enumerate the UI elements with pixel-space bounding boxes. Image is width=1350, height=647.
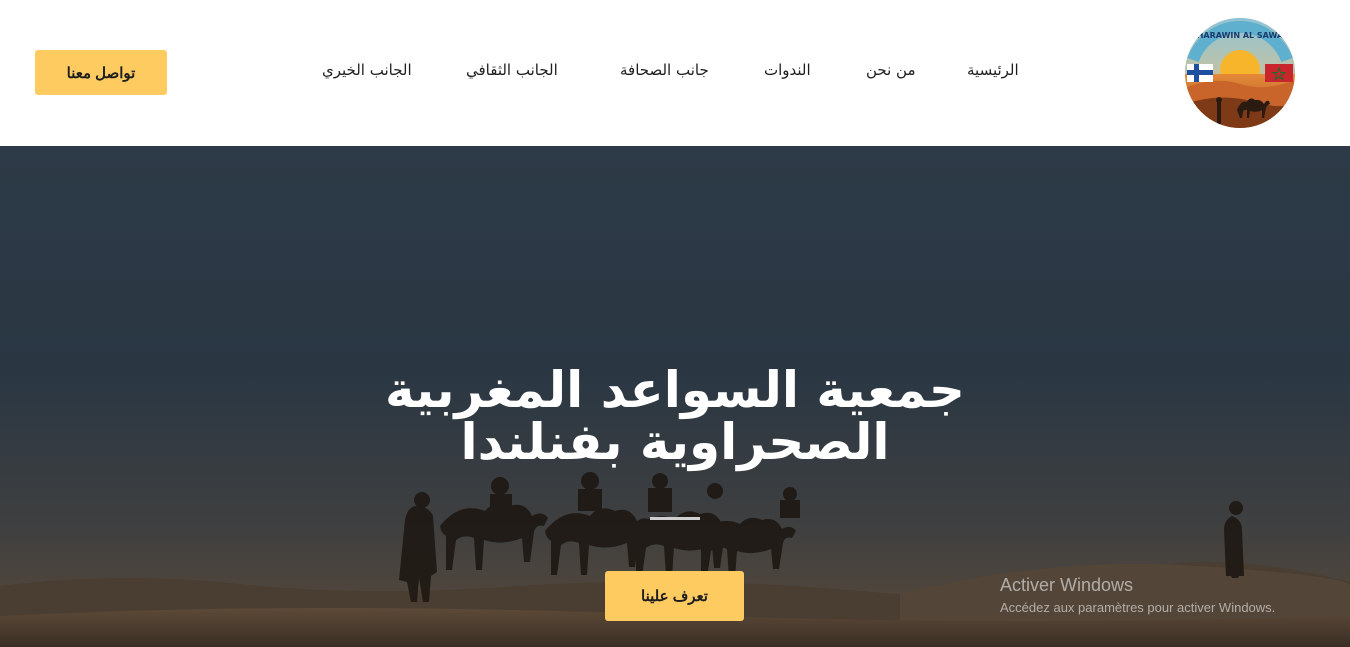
windows-activation-watermark: Activer Windows Accédez aux paramètres p… xyxy=(1000,574,1275,618)
logo-ring-text: SAHARAWIN AL SAWAED xyxy=(1185,31,1295,40)
hero-title: جمعية السواعد المغربية الصحراوية بفنلندا xyxy=(275,364,1075,468)
watermark-title: Activer Windows xyxy=(1000,575,1134,595)
nav-item-about[interactable]: من نحن xyxy=(866,59,916,81)
learn-about-us-button[interactable]: تعرف علينا xyxy=(605,571,744,621)
hero-title-line1: جمعية السواعد المغربية xyxy=(385,361,965,419)
watermark-subtitle: Accédez aux paramètres pour activer Wind… xyxy=(1000,600,1276,615)
nav-item-seminars[interactable]: الندوات xyxy=(764,59,811,81)
logo-emblem-icon: SAHARAWIN AL SAWAED xyxy=(1185,18,1295,128)
site-header: تواصل معنا الرئيسية من نحن الندوات جانب … xyxy=(0,0,1350,146)
main-nav: الرئيسية من نحن الندوات جانب الصحافة الج… xyxy=(0,59,1350,87)
nav-item-charity[interactable]: الجانب الخيري xyxy=(322,59,412,81)
site-logo[interactable]: SAHARAWIN AL SAWAED xyxy=(1185,18,1295,128)
hero-section: جمعية السواعد المغربية الصحراوية بفنلندا… xyxy=(0,146,1350,647)
nav-item-press[interactable]: جانب الصحافة xyxy=(620,59,709,81)
nav-item-culture[interactable]: الجانب الثقافي xyxy=(466,59,558,81)
nav-item-home[interactable]: الرئيسية xyxy=(967,59,1019,81)
hero-divider xyxy=(650,517,700,520)
hero-title-line2: الصحراوية بفنلندا xyxy=(460,413,890,471)
